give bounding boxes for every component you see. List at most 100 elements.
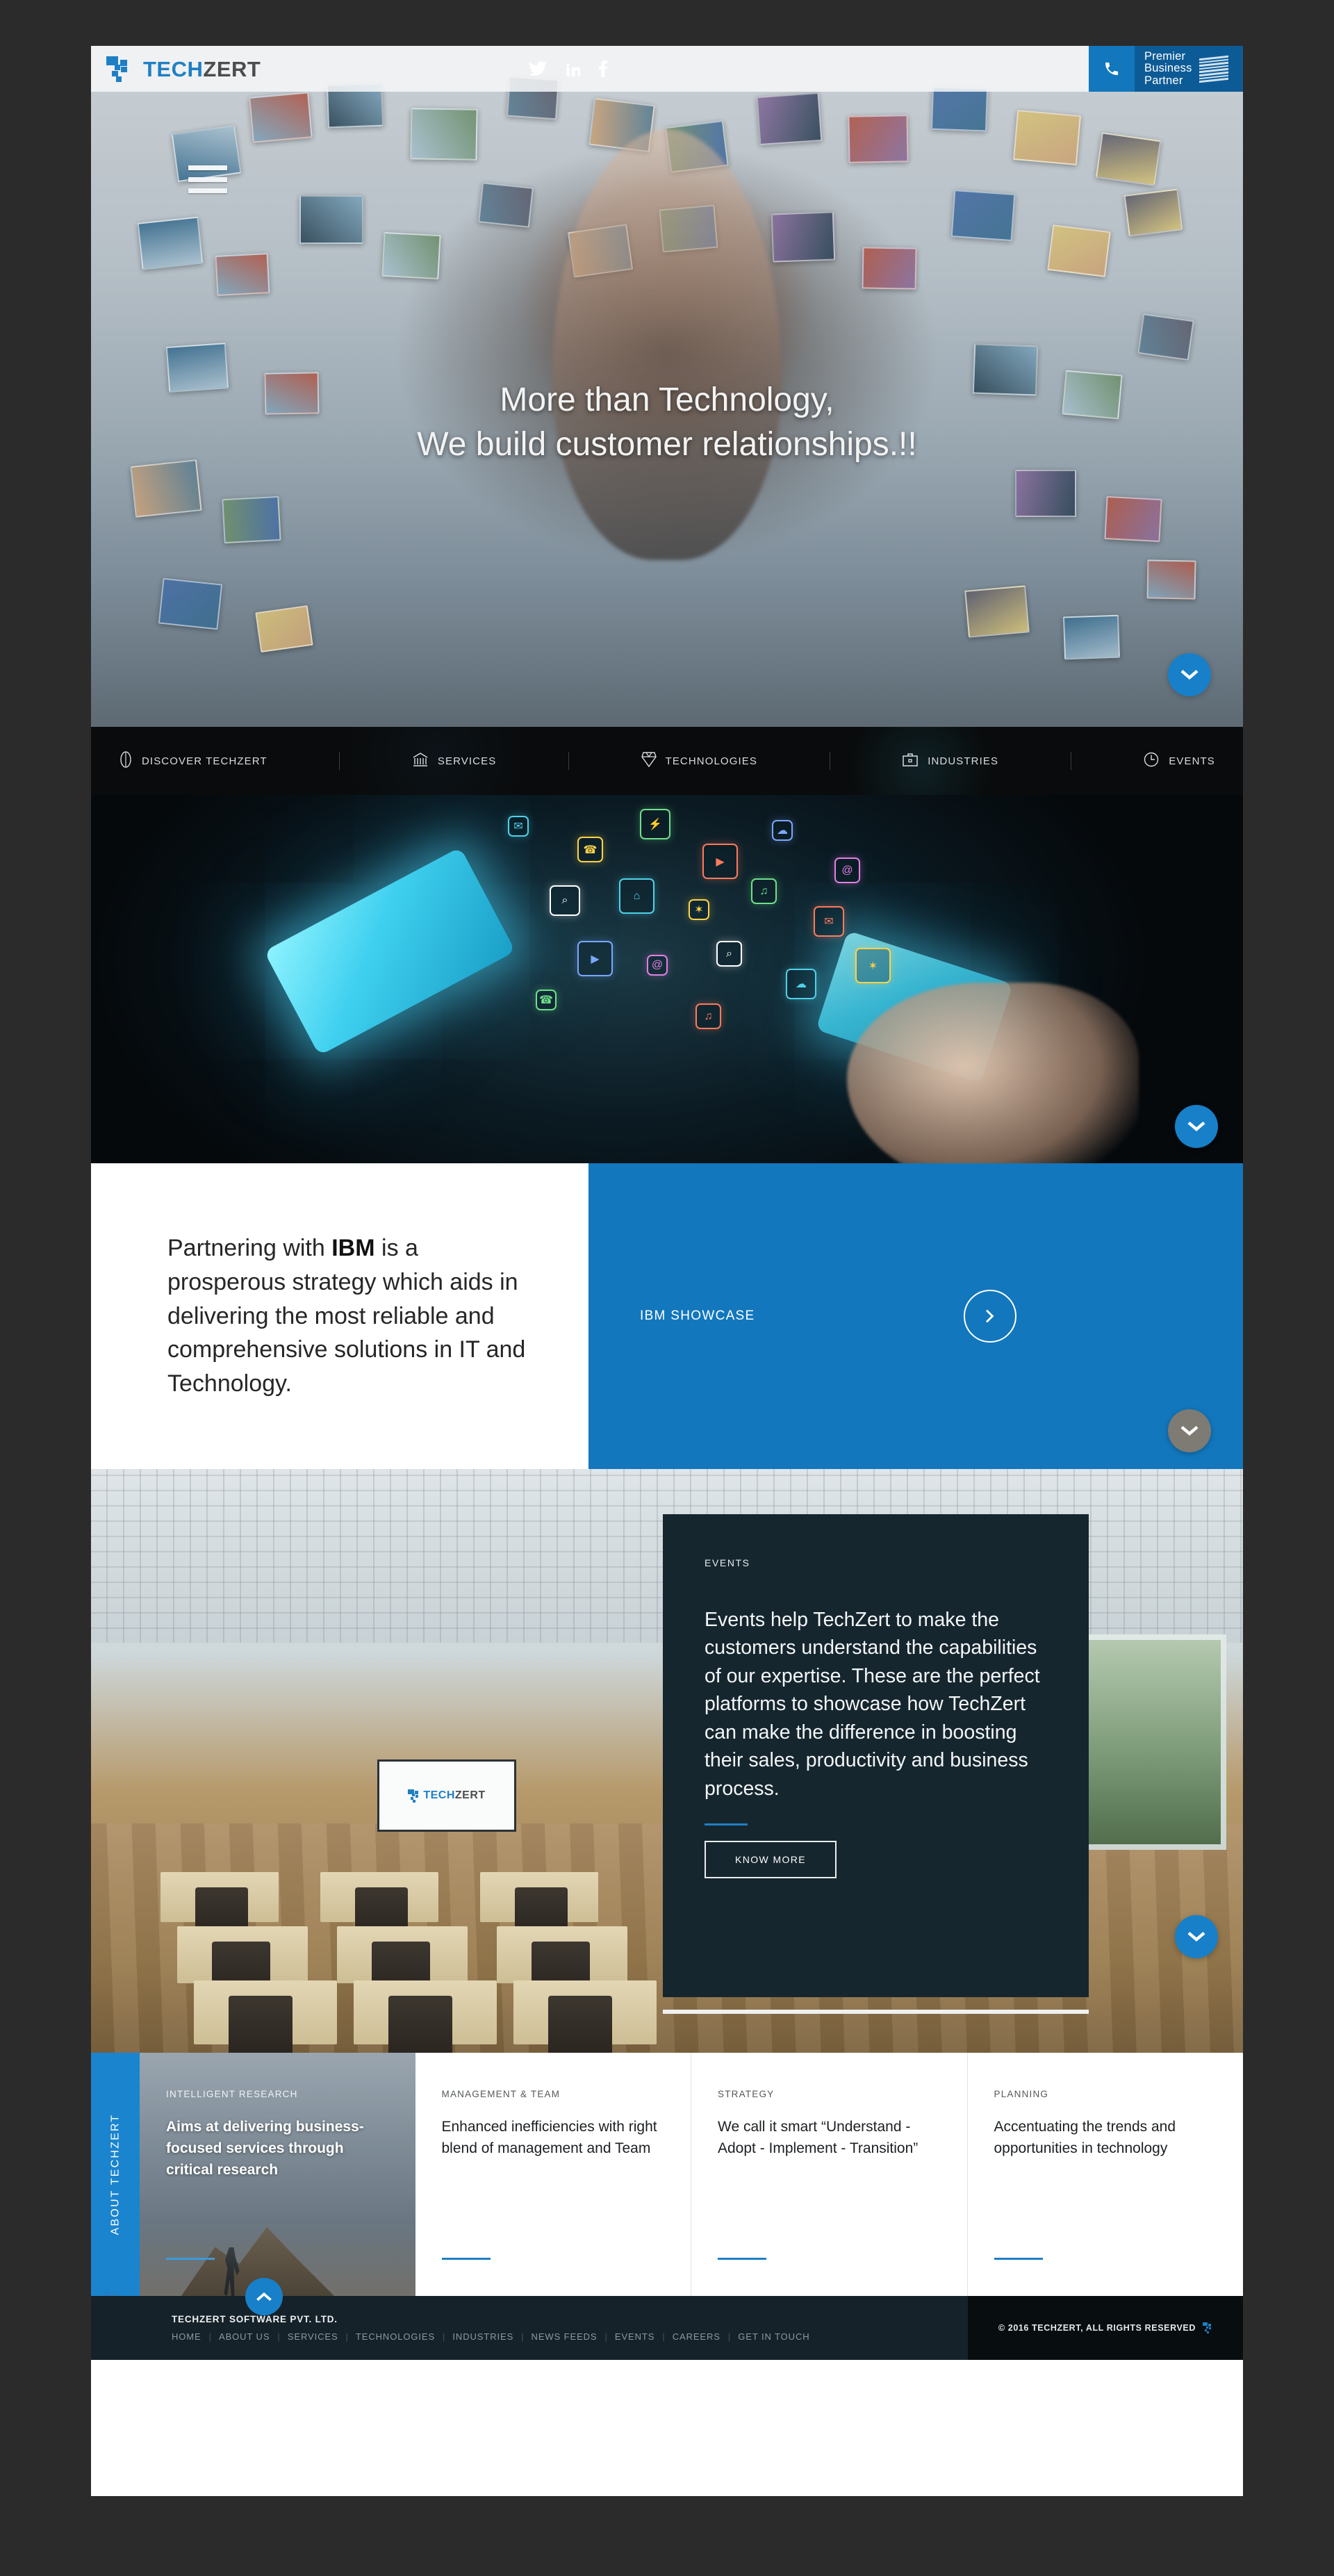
chevron-down-icon <box>1187 1122 1205 1131</box>
footer-link-careers[interactable]: CAREERS <box>673 2331 720 2342</box>
collage-tile <box>756 92 823 146</box>
about-card[interactable]: MANAGEMENT & TEAM Enhanced inefficiencies… <box>415 2053 691 2296</box>
about-card-kicker: PLANNING <box>994 2089 1049 2099</box>
collage-tile <box>381 231 441 280</box>
clock-icon <box>1143 751 1160 771</box>
main-navigation-bar: DISCOVER TECHZERT SERVICES TECHNOLOGIES IND… <box>91 727 1243 795</box>
facebook-icon[interactable] <box>598 60 608 77</box>
collage-tile <box>930 86 989 132</box>
about-card[interactable]: INTELLIGENT RESEARCH Aims at delivering b… <box>140 2053 415 2296</box>
site-logo[interactable]: TECHZERT <box>106 54 261 84</box>
partner-line-2: Business <box>1144 62 1192 75</box>
footer-nav-separator: | <box>443 2331 445 2342</box>
collage-tile <box>1104 495 1162 543</box>
footer-link-home[interactable]: HOME <box>172 2331 201 2342</box>
events-info-panel: EVENTS Events help TechZert to make the … <box>663 1514 1089 1997</box>
site-header: TECHZERT Premier Business Partner <box>91 46 1243 92</box>
conference-chair <box>388 1996 452 2053</box>
about-card-accent-rule <box>994 2258 1043 2260</box>
events-scroll-down-button[interactable] <box>1175 1915 1218 1958</box>
events-kicker: EVENTS <box>705 1557 750 1568</box>
footer-company-name: TECHZERT SOFTWARE PVT. LTD. <box>172 2314 338 2324</box>
projection-screen-wordmark: TECHZERT <box>423 1790 485 1801</box>
app-icon-glyph: @ <box>647 955 668 976</box>
twitter-icon[interactable] <box>529 61 547 76</box>
partner-text: Premier Business Partner <box>1144 50 1192 87</box>
phone-icon[interactable] <box>1089 46 1135 92</box>
footer-link-technologies[interactable]: TECHNOLOGIES <box>356 2331 435 2342</box>
hamburger-menu-icon[interactable] <box>188 165 227 193</box>
about-card[interactable]: PLANNING Accentuating the trends and oppo… <box>968 2053 1244 2296</box>
footer-copyright-text: © 2016 TECHZERT, ALL RIGHTS RESERVED <box>998 2323 1196 2333</box>
about-techzert-section: ABOUT TECHZERT INTELLIGENT RESEARCH Aims … <box>91 2053 1244 2320</box>
collage-tile <box>1015 470 1076 517</box>
about-card-accent-rule <box>441 2258 491 2260</box>
hero-headline-line-2: We build customer relationships.!! <box>417 425 917 463</box>
ibm-logo-icon <box>1199 55 1228 83</box>
nav-item-discover-techzert[interactable]: DISCOVER TECHZERT <box>119 750 267 771</box>
footer-link-events[interactable]: EVENTS <box>615 2331 654 2342</box>
events-know-more-button[interactable]: KNOW MORE <box>705 1841 837 1879</box>
banner-scroll-down-button[interactable] <box>1175 1105 1218 1148</box>
about-card-title: We call it smart “Understand - Adopt - I… <box>718 2119 919 2157</box>
logo-word-zert: ZERT <box>203 56 261 81</box>
collage-tile <box>130 459 202 518</box>
footer-link-about-us[interactable]: ABOUT US <box>219 2331 270 2342</box>
footer-link-news-feeds[interactable]: NEWS FEEDS <box>532 2331 598 2342</box>
nav-item-technologies[interactable]: TECHNOLOGIES <box>641 750 757 771</box>
app-icon-glyph: ♫ <box>751 878 777 904</box>
nav-item-label: DISCOVER TECHZERT <box>142 755 267 767</box>
footer-link-industries[interactable]: INDUSTRIES <box>452 2331 513 2342</box>
about-card[interactable]: STRATEGY We call it smart “Understand - A… <box>691 2053 968 2296</box>
footer-nav-separator: | <box>662 2331 665 2342</box>
ibm-partnership-section: Partnering with IBM is a prosperous stra… <box>91 1163 1243 1469</box>
nav-item-industries[interactable]: INDUSTRIES <box>902 751 998 771</box>
events-panel-underline <box>663 2010 1089 2014</box>
about-card-title: Enhanced inefficiencies with right blend… <box>441 2119 657 2157</box>
about-card-title: Aims at delivering business-focused serv… <box>166 2119 364 2179</box>
collage-tile <box>964 585 1030 638</box>
app-icon-glyph: ☎ <box>536 990 557 1010</box>
ibm-showcase-panel[interactable]: IBM SHOWCASE <box>588 1163 1243 1469</box>
logo-word-tech: TECH <box>143 56 204 81</box>
footer-nav-separator: | <box>727 2331 731 2342</box>
app-icon-glyph: ▶ <box>702 844 738 879</box>
page-viewport: TECHZERT Premier Business Partner More t… <box>91 46 1243 2496</box>
nav-item-label: TECHNOLOGIES <box>665 755 757 767</box>
events-body-text: Events help TechZert to make the custome… <box>705 1609 1040 1800</box>
collage-tile <box>1095 132 1162 186</box>
nav-item-services[interactable]: SERVICES <box>412 751 496 771</box>
collage-tile <box>137 216 204 270</box>
app-icon-glyph: ✉ <box>814 906 844 937</box>
briefcase-icon <box>902 751 919 771</box>
techzert-blocks-logo-icon <box>408 1788 423 1803</box>
footer-copyright-block: © 2016 TECHZERT, ALL RIGHTS RESERVED <box>967 2296 1243 2360</box>
app-icon-glyph: ✶ <box>689 899 709 920</box>
collage-tile <box>249 92 313 143</box>
chevron-up-icon <box>256 2292 272 2302</box>
footer-link-services[interactable]: SERVICES <box>288 2331 338 2342</box>
partner-line-3: Partner <box>1144 74 1183 87</box>
about-techzert-tab[interactable]: ABOUT TECHZERT <box>91 2053 140 2320</box>
ibm-scroll-down-button[interactable] <box>1168 1409 1211 1452</box>
about-techzert-tab-label: ABOUT TECHZERT <box>109 2113 122 2235</box>
footer-navigation: HOME | ABOUT US | SERVICES | TECHNOLOGIES | INDU… <box>172 2331 810 2342</box>
linkedin-icon[interactable] <box>565 61 581 76</box>
collage-tile <box>478 182 534 228</box>
nav-separator <box>568 752 569 770</box>
footer-nav-separator: | <box>521 2331 524 2342</box>
about-card-kicker: INTELLIGENT RESEARCH <box>166 2089 298 2099</box>
conference-chair <box>548 1996 612 2053</box>
nav-item-events[interactable]: EVENTS <box>1143 751 1215 771</box>
app-icon-glyph: ☁ <box>772 820 793 841</box>
ibm-showcase-arrow-button[interactable] <box>964 1290 1016 1343</box>
ibm-statement-panel: Partnering with IBM is a prosperous stra… <box>91 1163 588 1469</box>
collage-tile <box>1123 188 1183 237</box>
footer-link-get-in-touch[interactable]: GET IN TOUCH <box>738 2331 809 2342</box>
app-icon-glyph: ✉ <box>508 816 529 837</box>
collage-tile <box>1062 614 1121 660</box>
scroll-to-top-button[interactable] <box>245 2278 283 2315</box>
collage-tile <box>255 605 313 653</box>
hero-scroll-down-button[interactable] <box>1168 653 1211 696</box>
ibm-premier-partner-badge[interactable]: Premier Business Partner <box>1089 46 1243 92</box>
